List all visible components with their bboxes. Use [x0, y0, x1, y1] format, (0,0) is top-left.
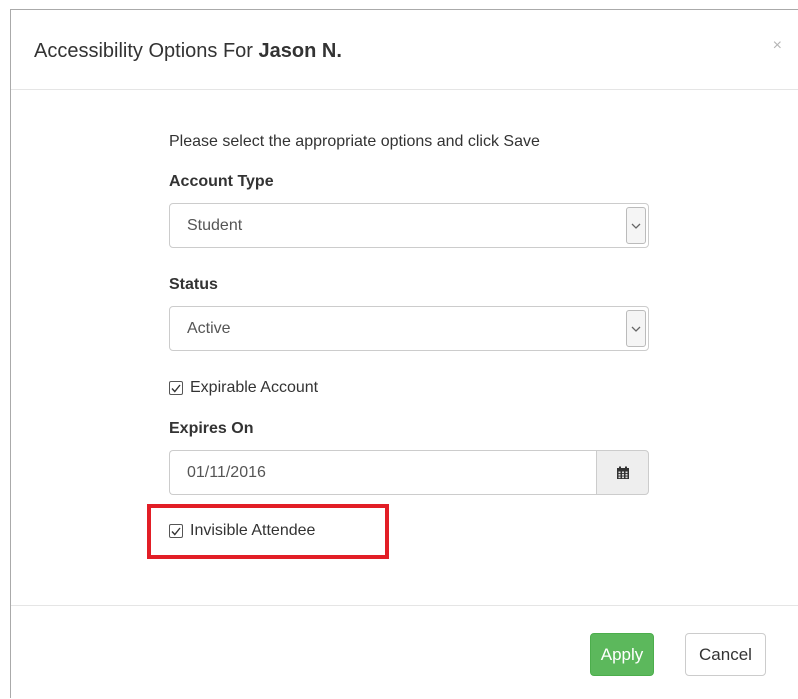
expires-on-date-group: 01/11/2016 [169, 450, 649, 495]
expirable-account-label: Expirable Account [190, 379, 319, 396]
dialog-header: Accessibility Options For Jason N. × [11, 10, 798, 90]
checkmark-icon [171, 384, 181, 393]
dialog-footer: Apply Cancel [11, 605, 798, 699]
dialog-title-user-name: Jason N. [258, 40, 342, 62]
chevron-down-icon[interactable] [626, 310, 646, 347]
account-type-value: Student [187, 217, 243, 234]
account-type-label: Account Type [169, 173, 274, 190]
instructions-text: Please select the appropriate options an… [169, 133, 540, 150]
invisible-attendee-option[interactable]: Invisible Attendee [169, 522, 315, 540]
expires-on-value: 01/11/2016 [187, 464, 266, 481]
status-select[interactable]: Active [169, 306, 649, 351]
invisible-attendee-checkbox[interactable] [169, 524, 183, 538]
status-label: Status [169, 276, 218, 293]
apply-button[interactable]: Apply [590, 633, 654, 676]
chevron-down-icon[interactable] [626, 207, 646, 244]
cancel-button[interactable]: Cancel [685, 633, 766, 676]
expirable-account-option[interactable]: Expirable Account [169, 379, 318, 397]
checkmark-icon [171, 527, 181, 536]
status-value: Active [187, 320, 231, 337]
dialog-title-prefix: Accessibility Options For [34, 40, 253, 62]
invisible-attendee-label: Invisible Attendee [190, 522, 316, 539]
expires-on-label: Expires On [169, 420, 254, 437]
close-icon[interactable]: × [773, 38, 782, 54]
dialog-title: Accessibility Options For Jason N. [34, 40, 342, 63]
calendar-icon [616, 466, 629, 479]
accessibility-options-dialog: Accessibility Options For Jason N. × Ple… [10, 9, 798, 698]
account-type-select[interactable]: Student [169, 203, 649, 248]
expires-on-input[interactable]: 01/11/2016 [169, 450, 596, 495]
expirable-account-checkbox[interactable] [169, 381, 183, 395]
calendar-button[interactable] [596, 450, 649, 495]
